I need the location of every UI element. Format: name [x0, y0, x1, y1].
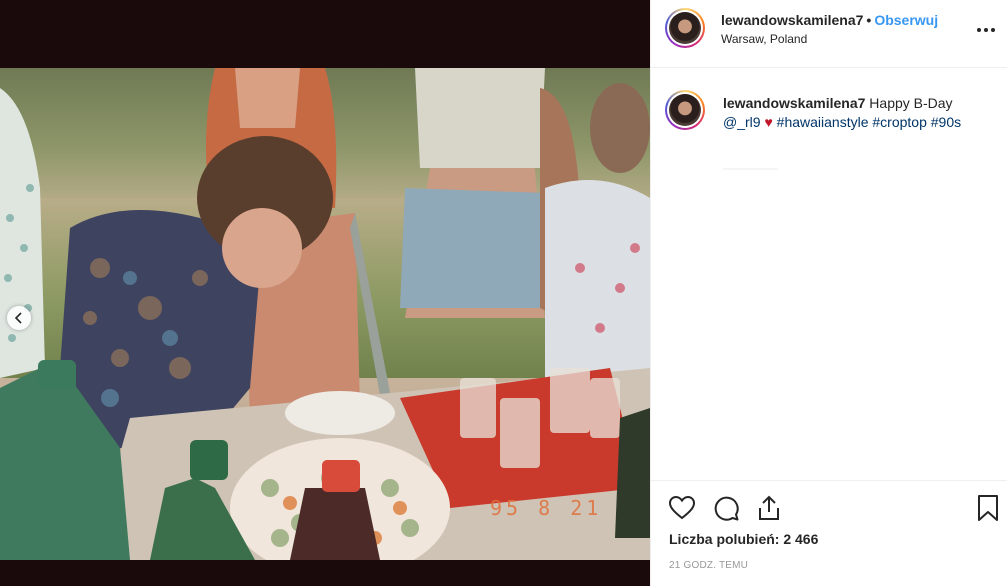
comment-icon — [714, 496, 739, 521]
hashtag-link[interactable]: #hawaiianstyle — [777, 114, 869, 130]
avatar[interactable] — [665, 90, 705, 130]
post-photo[interactable]: 95 8 21 — [0, 68, 650, 560]
post-timestamp[interactable]: 21 GODZ. TEMU — [669, 560, 748, 571]
photo-illustration — [0, 68, 650, 560]
hashtag-link[interactable]: #croptop — [872, 114, 926, 130]
save-button[interactable] — [973, 493, 1003, 523]
chevron-left-icon — [14, 312, 22, 324]
username-link[interactable]: lewandowskamilena7 — [721, 12, 863, 28]
share-icon — [759, 495, 779, 520]
separator-dot: • — [866, 12, 872, 28]
mention-link[interactable]: @_rl9 — [723, 114, 761, 130]
post-photo-panel: 95 8 21 — [0, 0, 650, 586]
bookmark-icon — [978, 495, 998, 521]
share-button[interactable] — [754, 493, 784, 523]
post-header-line: lewandowskamilena7 • Obserwuj — [721, 12, 938, 28]
comment-meta-placeholder — [723, 168, 778, 170]
avatar[interactable] — [665, 8, 705, 48]
heart-icon — [669, 496, 695, 520]
comment-button[interactable] — [711, 493, 741, 523]
likes-count[interactable]: Liczba polubień: 2 466 — [669, 531, 818, 547]
photo-date-stamp: 95 8 21 — [490, 496, 603, 520]
caption-message: Happy B-Day — [869, 95, 953, 111]
heart-emoji: ♥ — [764, 114, 773, 130]
action-bar — [651, 480, 1007, 532]
hashtag-link[interactable]: #90s — [931, 114, 961, 130]
more-options-icon[interactable] — [977, 22, 997, 38]
post-header: lewandowskamilena7 • Obserwuj Warsaw, Pola… — [651, 0, 1007, 68]
caption-text: lewandowskamilena7 Happy B-Day @_rl9 ♥ #… — [723, 94, 993, 132]
post-side-panel: lewandowskamilena7 • Obserwuj Warsaw, Pola… — [650, 0, 1007, 586]
follow-button[interactable]: Obserwuj — [874, 12, 938, 28]
carousel-prev-button[interactable] — [7, 306, 31, 330]
like-button[interactable] — [667, 493, 697, 523]
caption-username[interactable]: lewandowskamilena7 — [723, 95, 865, 111]
location-link[interactable]: Warsaw, Poland — [721, 32, 807, 46]
